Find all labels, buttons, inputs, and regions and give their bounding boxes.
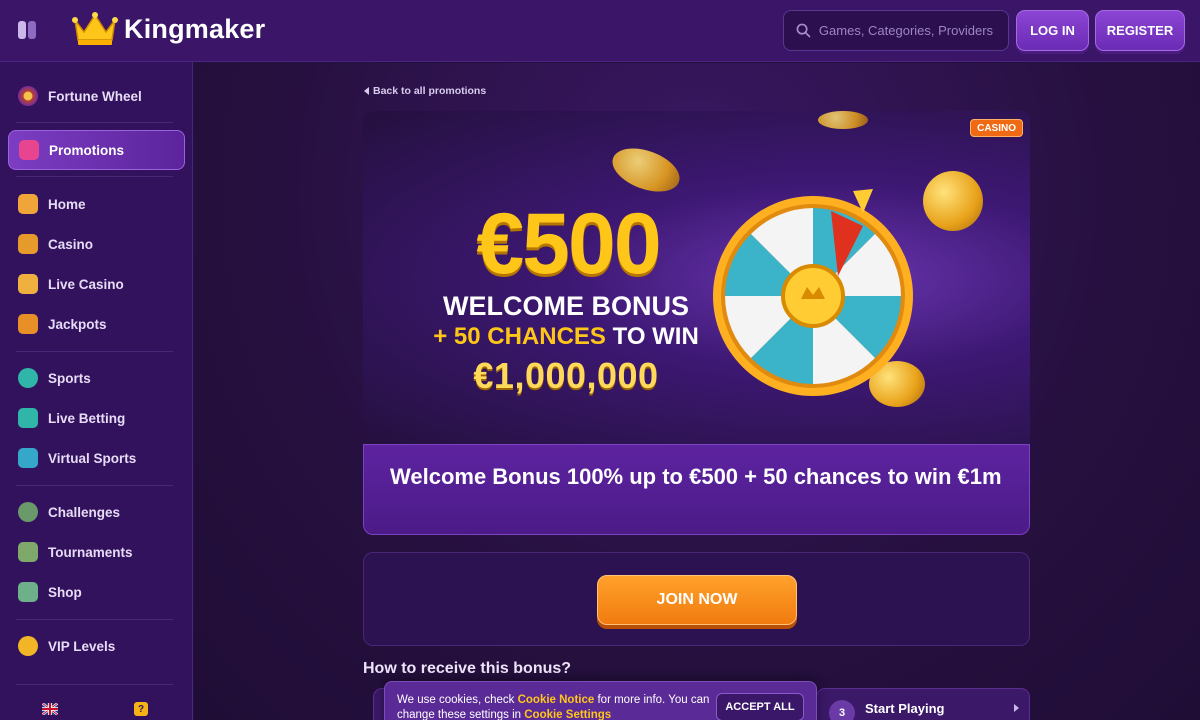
sidebar-item-challenges[interactable]: Challenges	[8, 492, 185, 532]
promo-title: Welcome Bonus 100% up to €500 + 50 chanc…	[390, 464, 1002, 489]
shop-bag-icon	[18, 582, 38, 602]
sidebar-item-label: Live Betting	[48, 410, 126, 426]
sidebar-item-sports[interactable]: Sports	[8, 358, 185, 398]
cards-icon	[18, 274, 38, 294]
cookie-settings-link[interactable]: Cookie Settings	[524, 709, 611, 720]
sidebar-item-vip-levels[interactable]: VIP Levels	[8, 626, 185, 666]
medal-icon	[18, 502, 38, 522]
home-icon	[18, 194, 38, 214]
sidebar-item-virtual-sports[interactable]: Virtual Sports	[8, 438, 185, 478]
back-link-label: Back to all promotions	[373, 85, 487, 97]
join-now-button[interactable]: JOIN NOW	[597, 575, 797, 625]
cookie-banner: We use cookies, check Cookie Notice for …	[384, 681, 817, 720]
soccer-ball-icon	[18, 368, 38, 388]
sidebar-item-jackpots[interactable]: Jackpots	[8, 304, 185, 344]
promo-title-bar: Welcome Bonus 100% up to €500 + 50 chanc…	[363, 444, 1030, 535]
divider	[16, 176, 173, 177]
how-to-receive-heading: How to receive this bonus?	[363, 660, 572, 677]
divider	[16, 485, 173, 486]
cookie-text-part: We use cookies, check	[397, 694, 518, 706]
sidebar-item-shop[interactable]: Shop	[8, 572, 185, 612]
divider	[16, 122, 173, 123]
coin-decoration	[818, 111, 868, 129]
logo-text: Kingmaker	[124, 13, 266, 44]
step-label: Start Playing	[865, 700, 945, 716]
banner-chances-rest: TO WIN	[612, 323, 699, 350]
sidebar-item-tournaments[interactable]: Tournaments	[8, 532, 185, 572]
sidebar: Fortune Wheel Promotions Home Casino Liv…	[0, 62, 193, 720]
crown-icon	[72, 12, 118, 45]
accept-all-cookies-button[interactable]: ACCEPT ALL	[716, 693, 804, 720]
promo-card: CASINO €500 WELCOME BONUS + 50 CHANCES T…	[363, 111, 1030, 535]
gamepad-icon	[18, 448, 38, 468]
sidebar-item-label: Virtual Sports	[48, 450, 137, 466]
cookie-notice-link[interactable]: Cookie Notice	[518, 694, 595, 706]
register-button[interactable]: REGISTER	[1095, 10, 1185, 51]
sidebar-item-label: Challenges	[48, 504, 121, 520]
sidebar-item-label: Home	[48, 196, 86, 212]
casino-badge: CASINO	[970, 119, 1023, 137]
back-arrow-icon	[364, 87, 369, 95]
trophy-icon	[18, 542, 38, 562]
play-icon	[18, 408, 38, 428]
search-icon	[796, 23, 811, 38]
search-box[interactable]	[783, 10, 1009, 51]
back-to-promotions-link[interactable]: Back to all promotions	[364, 85, 486, 97]
step-card[interactable]: 3 Start Playing	[816, 688, 1030, 720]
chevron-right-icon	[1014, 704, 1019, 712]
help-icon[interactable]: ?	[134, 702, 148, 716]
join-card: JOIN NOW	[363, 552, 1030, 646]
sidebar-item-label: Sports	[48, 370, 91, 386]
sidebar-item-label: Tournaments	[48, 544, 133, 560]
sidebar-item-label: VIP Levels	[48, 638, 116, 654]
fortune-wheel-icon	[18, 86, 38, 106]
promo-banner-image: CASINO €500 WELCOME BONUS + 50 CHANCES T…	[363, 111, 1030, 444]
logo[interactable]: Kingmaker	[72, 12, 265, 46]
sidebar-item-promotions[interactable]: Promotions	[8, 130, 185, 170]
login-button[interactable]: LOG IN	[1016, 10, 1089, 51]
sidebar-item-home[interactable]: Home	[8, 184, 185, 224]
jackpot-icon	[18, 314, 38, 334]
prize-wheel-graphic	[713, 189, 913, 396]
sidebar-item-label: Shop	[48, 584, 82, 600]
vip-crown-icon	[18, 636, 38, 656]
sidebar-item-fortune-wheel[interactable]: Fortune Wheel	[8, 76, 185, 116]
divider	[16, 351, 173, 352]
search-input[interactable]	[818, 23, 1008, 38]
banner-welcome-line: WELCOME BONUS	[443, 291, 689, 321]
sidebar-item-label: Jackpots	[48, 316, 107, 332]
cookie-text: We use cookies, check Cookie Notice for …	[397, 693, 712, 720]
gift-icon	[19, 140, 39, 160]
banner-amount: €500	[476, 196, 661, 292]
sidebar-item-label: Promotions	[49, 142, 125, 158]
banner-million: €1,000,000	[473, 355, 659, 396]
sidebar-item-live-betting[interactable]: Live Betting	[8, 398, 185, 438]
coin-decoration	[606, 140, 686, 200]
sidebar-item-label: Casino	[48, 236, 94, 252]
uk-flag-icon[interactable]	[42, 703, 58, 715]
top-bar: Kingmaker LOG IN REGISTER	[0, 0, 1200, 62]
divider	[16, 619, 173, 620]
casino-icon	[18, 234, 38, 254]
step-number: 3	[829, 700, 855, 720]
sidebar-item-label: Live Casino	[48, 276, 124, 292]
coin-decoration	[923, 171, 983, 231]
divider	[16, 684, 173, 685]
sidebar-item-casino[interactable]: Casino	[8, 224, 185, 264]
main-content: Back to all promotions CASINO €500 WELCO…	[194, 63, 1200, 720]
sidebar-item-label: Fortune Wheel	[48, 88, 142, 104]
sidebar-item-live-casino[interactable]: Live Casino	[8, 264, 185, 304]
sidebar-toggle-icon[interactable]	[18, 21, 38, 41]
banner-chances-line: + 50 CHANCES TO WIN	[433, 323, 699, 351]
banner-chances-highlight: + 50 CHANCES	[433, 323, 606, 350]
